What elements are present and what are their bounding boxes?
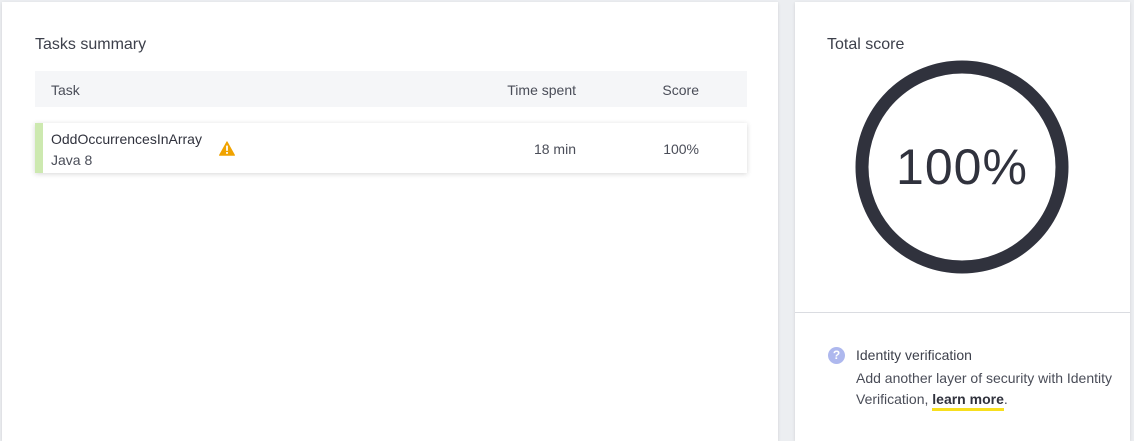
- identity-verification-title: Identity verification: [856, 347, 972, 363]
- task-time-spent: 18 min: [533, 141, 576, 157]
- task-language: Java 8: [51, 152, 93, 168]
- row-status-accent: [35, 123, 43, 173]
- total-score-card: Total score 100% ? Identity verification…: [795, 2, 1130, 441]
- total-score-title: Total score: [827, 36, 905, 53]
- table-row[interactable]: OddOccurrencesInArray Java 8 18 min 100%: [35, 123, 747, 173]
- divider: [795, 312, 1130, 313]
- column-header-score: Score: [662, 82, 699, 98]
- tasks-summary-card: Tasks summary Task Time spent Score OddO…: [2, 2, 778, 441]
- task-score: 100%: [663, 141, 699, 157]
- column-header-time-spent: Time spent: [507, 82, 576, 98]
- total-score-value: 100%: [896, 139, 1028, 195]
- learn-more-link[interactable]: learn more: [932, 391, 1004, 411]
- tasks-summary-title: Tasks summary: [35, 36, 147, 53]
- tasks-table-header: Task Time spent Score: [35, 71, 747, 107]
- identity-verification-text: Add another layer of security with Ident…: [856, 368, 1116, 411]
- identity-verification-period: .: [1003, 391, 1008, 407]
- column-header-task: Task: [51, 82, 80, 98]
- warning-icon[interactable]: [219, 141, 235, 156]
- help-icon[interactable]: ?: [828, 347, 845, 364]
- task-name: OddOccurrencesInArray: [51, 131, 202, 147]
